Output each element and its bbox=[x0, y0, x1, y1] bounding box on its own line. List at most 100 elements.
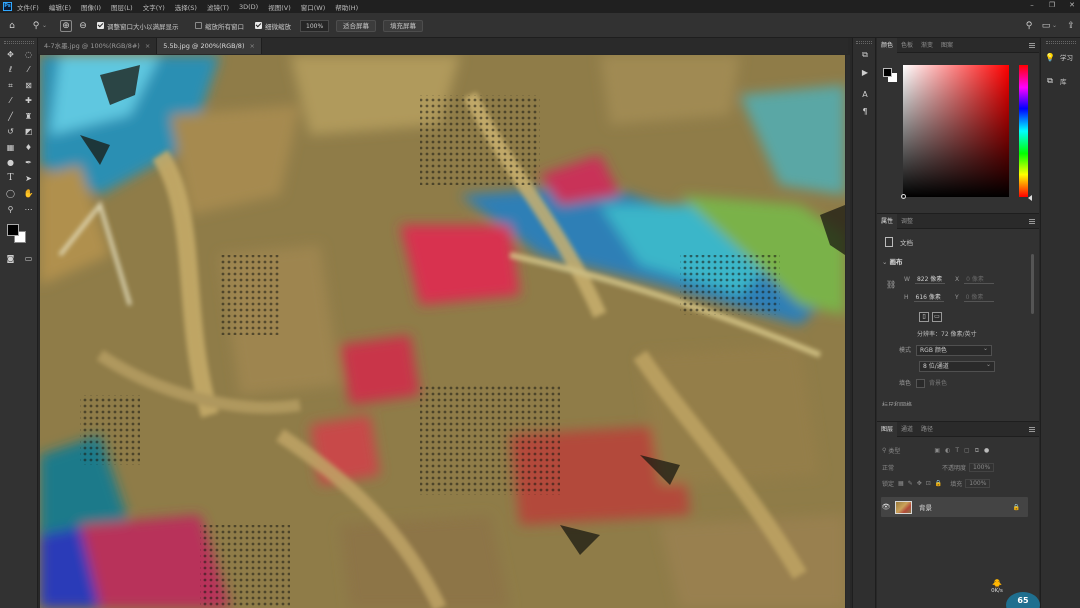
zoom-tool-preset[interactable]: ⚲ ⌄ bbox=[30, 19, 47, 32]
bit-depth-field[interactable]: 8 位/通道 bbox=[919, 360, 995, 372]
zoom-tool-icon[interactable]: ⚲ bbox=[3, 203, 18, 216]
foreground-color-swatch[interactable] bbox=[7, 224, 19, 236]
close-tab-icon[interactable]: × bbox=[249, 42, 254, 50]
zoom-value-field[interactable]: 100% bbox=[300, 19, 330, 32]
width-value[interactable]: 822 像素 bbox=[914, 274, 945, 284]
hue-slider-marker[interactable] bbox=[1028, 195, 1032, 201]
y-field[interactable]: Y 0 像素 bbox=[955, 292, 994, 302]
lock-pixels-icon[interactable]: ✎ bbox=[908, 480, 913, 487]
y-value[interactable]: 0 像素 bbox=[963, 292, 994, 302]
actions-play-icon[interactable]: ▶ bbox=[853, 65, 877, 79]
portrait-orientation-icon[interactable]: ▯ bbox=[919, 312, 929, 322]
canvas-section-title[interactable]: 画布 bbox=[882, 256, 903, 266]
landscape-orientation-icon[interactable]: ▭ bbox=[932, 312, 942, 322]
width-field[interactable]: W 822 像素 bbox=[904, 274, 945, 284]
quick-select-tool-icon[interactable]: ⁄ bbox=[21, 64, 36, 77]
pen-tool-icon[interactable]: ✒ bbox=[21, 157, 36, 170]
filter-toggle-icon[interactable]: ● bbox=[984, 447, 989, 454]
panel-grip[interactable] bbox=[3, 41, 34, 44]
tab-adjustments[interactable]: 调整 bbox=[897, 214, 917, 229]
resize-windows-checkbox[interactable]: 调整窗口大小以满屏显示 bbox=[97, 19, 179, 32]
menu-filter[interactable]: 滤镜(T) bbox=[207, 2, 229, 12]
panel-menu-icon[interactable] bbox=[1029, 219, 1035, 224]
type-tool-icon[interactable]: T bbox=[3, 172, 18, 185]
panel-grip[interactable] bbox=[1045, 41, 1076, 44]
menu-view[interactable]: 视图(V) bbox=[268, 2, 291, 12]
history-panel-icon[interactable]: ⧉ bbox=[853, 48, 877, 62]
layer-filter-select[interactable]: 类型 bbox=[888, 446, 900, 455]
search-button[interactable]: ⚲ bbox=[1023, 19, 1035, 32]
menu-help[interactable]: 帮助(H) bbox=[335, 2, 358, 12]
character-panel-icon[interactable]: A bbox=[853, 87, 877, 101]
shape-tool-icon[interactable]: ◯ bbox=[3, 188, 18, 201]
hand-tool-icon[interactable]: ✋ bbox=[21, 188, 36, 201]
tab-properties[interactable]: 属性 bbox=[877, 213, 898, 229]
document-canvas[interactable] bbox=[40, 55, 845, 608]
tab-layers[interactable]: 图层 bbox=[877, 421, 898, 437]
brush-tool-icon[interactable]: ╱ bbox=[3, 110, 18, 123]
tab-patterns[interactable]: 图案 bbox=[937, 38, 957, 53]
lock-artboard-icon[interactable]: ⊡ bbox=[926, 480, 931, 487]
menu-3d[interactable]: 3D(D) bbox=[239, 3, 258, 11]
menu-select[interactable]: 选择(S) bbox=[175, 2, 197, 12]
lock-position-icon[interactable]: ✥ bbox=[917, 480, 922, 487]
filter-pixel-icon[interactable]: ▣ bbox=[934, 447, 940, 454]
tab-swatches[interactable]: 色板 bbox=[897, 38, 917, 53]
fill-field[interactable]: 填色 背景色 bbox=[899, 378, 947, 388]
color-picker-field[interactable] bbox=[903, 65, 1009, 197]
tab-gradients[interactable]: 渐变 bbox=[917, 38, 937, 53]
frame-tool-icon[interactable]: ⊠ bbox=[21, 79, 36, 92]
filter-shape-icon[interactable]: ▢ bbox=[964, 447, 970, 454]
blur-tool-icon[interactable]: ♦ bbox=[21, 141, 36, 154]
workspace-button[interactable]: ▭ ⌄ bbox=[1040, 19, 1057, 32]
fill-field[interactable]: 100% bbox=[965, 479, 991, 488]
bit-depth-select[interactable]: 8 位/通道 bbox=[919, 360, 995, 372]
eyedropper-tool-icon[interactable]: ⁄ bbox=[3, 95, 18, 108]
height-value[interactable]: 616 像素 bbox=[913, 292, 944, 302]
visibility-eye-icon[interactable]: 👁 bbox=[881, 503, 891, 511]
restore-icon[interactable]: ❐ bbox=[1048, 1, 1056, 10]
menu-window[interactable]: 窗口(W) bbox=[301, 2, 326, 12]
crop-tool-icon[interactable]: ⌗ bbox=[3, 79, 18, 92]
fill-screen-button[interactable]: 填充屏幕 bbox=[383, 19, 423, 32]
minimize-icon[interactable]: – bbox=[1028, 1, 1036, 10]
zoom-all-windows-checkbox[interactable]: 缩放所有窗口 bbox=[195, 19, 244, 32]
menu-layer[interactable]: 图层(L) bbox=[111, 2, 133, 12]
path-selection-tool-icon[interactable]: ➤ bbox=[21, 172, 36, 185]
marquee-tool-icon[interactable]: ◌ bbox=[21, 48, 36, 61]
tab-channels[interactable]: 通道 bbox=[897, 422, 917, 437]
zoom-in-button[interactable]: ⊕ bbox=[60, 19, 72, 32]
libraries-button[interactable]: ⧉ 库 bbox=[1045, 76, 1066, 86]
link-icon[interactable]: ⛓ bbox=[886, 280, 896, 289]
tab-color[interactable]: 颜色 bbox=[877, 37, 898, 53]
hue-slider[interactable] bbox=[1019, 65, 1028, 197]
tab-document-1[interactable]: 4-7水墨.jpg @ 100%(RGB/8#) × bbox=[38, 38, 158, 54]
x-value[interactable]: 0 像素 bbox=[964, 274, 995, 284]
lock-transparent-icon[interactable]: ▦ bbox=[898, 480, 904, 487]
zoom-value[interactable]: 100% bbox=[300, 19, 330, 32]
lock-all-icon[interactable]: 🔒 bbox=[935, 480, 942, 487]
filter-adjustment-icon[interactable]: ◐ bbox=[945, 447, 950, 454]
menu-type[interactable]: 文字(Y) bbox=[143, 2, 165, 12]
panel-menu-icon[interactable] bbox=[1029, 427, 1035, 432]
scrubby-zoom-checkbox[interactable]: 细微缩放 bbox=[255, 19, 291, 32]
quick-mask-icon[interactable]: ◙ bbox=[3, 252, 18, 265]
color-picker-marker[interactable] bbox=[901, 194, 906, 199]
menu-image[interactable]: 图像(I) bbox=[81, 2, 101, 12]
home-button[interactable]: ⌂ bbox=[6, 19, 18, 32]
history-brush-tool-icon[interactable]: ↺ bbox=[3, 126, 18, 139]
mode-field[interactable]: 模式 RGB 颜色 bbox=[899, 344, 993, 356]
x-field[interactable]: X 0 像素 bbox=[955, 274, 995, 284]
close-icon[interactable]: ✕ bbox=[1068, 1, 1076, 10]
learn-button[interactable]: 💡 学习 bbox=[1045, 52, 1073, 63]
gradient-tool-icon[interactable]: ▦ bbox=[3, 141, 18, 154]
color-swatches[interactable] bbox=[5, 222, 35, 248]
opacity-field[interactable]: 100% bbox=[969, 463, 995, 472]
dodge-tool-icon[interactable]: ● bbox=[3, 157, 18, 170]
more-tools-icon[interactable]: ⋯ bbox=[21, 203, 36, 216]
foreground-color-swatch[interactable] bbox=[883, 68, 892, 77]
height-field[interactable]: H 616 像素 bbox=[904, 292, 944, 302]
rulers-grids-section-title[interactable]: 标尺和网格 bbox=[882, 400, 912, 406]
close-tab-icon[interactable]: × bbox=[145, 42, 150, 50]
tab-paths[interactable]: 路径 bbox=[917, 422, 937, 437]
